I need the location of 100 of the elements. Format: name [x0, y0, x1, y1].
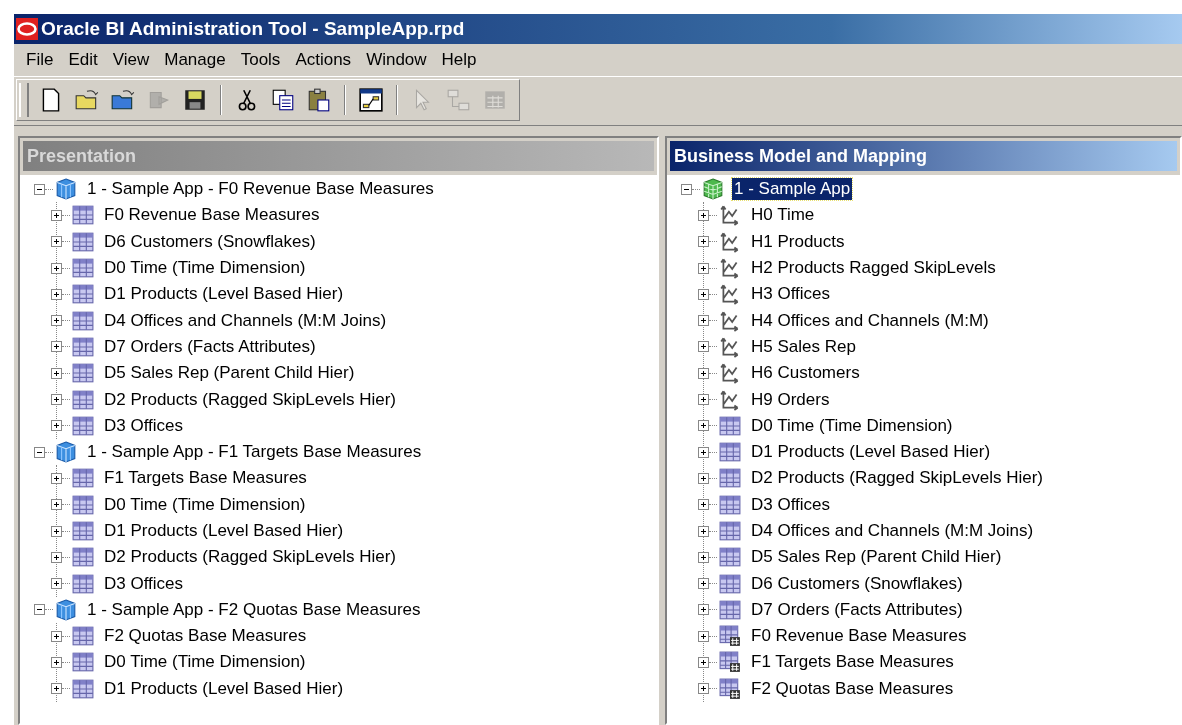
tree-item[interactable]: H9 Orders — [749, 388, 832, 411]
tree-item[interactable]: H3 Offices — [749, 283, 833, 306]
tree-item[interactable]: F0 Revenue Base Measures — [749, 625, 969, 648]
tree-item[interactable]: D2 Products (Ragged SkipLevels Hier) — [102, 546, 398, 569]
expand-icon[interactable] — [698, 341, 709, 353]
tree-item[interactable]: H2 Products Ragged SkipLevels — [749, 257, 998, 280]
expand-icon[interactable] — [698, 578, 709, 590]
tree-item[interactable]: 1 - Sample App - F1 Targets Base Measures — [85, 441, 424, 464]
expand-icon[interactable] — [698, 525, 709, 537]
tree-item[interactable]: 1 - Sample App — [732, 178, 853, 201]
tree-item[interactable]: D1 Products (Level Based Hier) — [749, 441, 993, 464]
table-icon — [72, 284, 94, 305]
table-icon — [719, 521, 741, 541]
menu-item[interactable]: Window — [360, 50, 436, 70]
tree-item[interactable]: 1 - Sample App - F2 Quotas Base Measures — [85, 598, 423, 621]
expand-icon[interactable] — [51, 315, 62, 327]
tree-item[interactable]: D4 Offices and Channels (M:M Joins) — [102, 309, 389, 332]
expand-icon[interactable] — [51, 420, 62, 432]
tree-item[interactable]: D4 Offices and Channels (M:M Joins) — [749, 520, 1036, 542]
tree-item[interactable]: D2 Products (Ragged SkipLevels Hier) — [749, 467, 1045, 490]
tree-item[interactable]: H0 Time — [749, 204, 817, 227]
expand-icon[interactable] — [51, 288, 62, 300]
expand-icon[interactable] — [698, 394, 709, 405]
menu-item[interactable]: View — [106, 50, 159, 70]
tree-item[interactable]: F1 Targets Base Measures — [749, 651, 956, 674]
expand-icon[interactable] — [698, 262, 709, 274]
expand-icon[interactable] — [51, 551, 62, 563]
tree-item[interactable]: D5 Sales Rep (Parent Child Hier) — [102, 362, 357, 385]
expand-icon[interactable] — [698, 367, 709, 379]
collapse-icon[interactable] — [34, 183, 45, 195]
table-icon — [72, 336, 94, 357]
tree-item[interactable]: D7 Orders (Facts Attributes) — [749, 598, 965, 621]
tree-item[interactable]: F2 Quotas Base Measures — [102, 625, 309, 648]
tree-item[interactable]: H4 Offices and Channels (M:M) — [749, 309, 991, 332]
expand-icon[interactable] — [51, 657, 62, 668]
expand-icon[interactable] — [698, 604, 709, 616]
tree-item[interactable]: D3 Offices — [102, 414, 186, 437]
tree-item[interactable]: D1 Products (Level Based Hier) — [102, 677, 346, 700]
tree-item[interactable]: D0 Time (Time Dimension) — [102, 493, 308, 516]
expand-icon[interactable] — [698, 288, 709, 300]
diagram-button[interactable] — [357, 86, 385, 114]
expand-icon[interactable] — [51, 472, 62, 484]
menu-item[interactable]: Edit — [62, 50, 107, 70]
tree-item[interactable]: D7 Orders (Facts Attributes) — [102, 335, 318, 358]
expand-icon[interactable] — [698, 446, 709, 458]
tree-item[interactable]: D0 Time (Time Dimension) — [749, 414, 955, 437]
expand-icon[interactable] — [698, 315, 709, 327]
hierarchy-icon — [719, 362, 741, 385]
tree-item[interactable]: D0 Time (Time Dimension) — [102, 257, 308, 280]
menu-item[interactable]: Help — [435, 50, 486, 70]
toolbar-grip[interactable] — [19, 83, 29, 117]
tree-item[interactable]: D5 Sales Rep (Parent Child Hier) — [749, 546, 1004, 569]
table-icon — [72, 678, 94, 699]
tree-item[interactable]: 1 - Sample App - F0 Revenue Base Measures — [85, 178, 436, 201]
expand-icon[interactable] — [51, 341, 62, 353]
expand-icon[interactable] — [51, 367, 62, 379]
table-icon — [72, 231, 94, 252]
collapse-icon[interactable] — [34, 446, 45, 458]
oval-logo-icon — [16, 18, 38, 40]
tree-item[interactable]: D0 Time (Time Dimension) — [102, 651, 308, 674]
tree-item[interactable]: H5 Sales Rep — [749, 335, 858, 358]
table-icon — [72, 468, 94, 489]
tree-item[interactable]: D2 Products (Ragged SkipLevels Hier) — [102, 388, 398, 411]
menu-item[interactable]: Manage — [158, 50, 235, 70]
collapse-icon[interactable] — [34, 604, 45, 616]
expand-icon[interactable] — [51, 262, 62, 274]
tree-item[interactable]: D1 Products (Level Based Hier) — [102, 283, 346, 306]
expand-icon[interactable] — [698, 472, 709, 484]
tree-item[interactable]: F0 Revenue Base Measures — [102, 204, 322, 227]
expand-icon[interactable] — [698, 209, 709, 221]
expand-icon[interactable] — [51, 525, 62, 537]
tree-item[interactable]: F2 Quotas Base Measures — [749, 677, 956, 700]
tree-item[interactable]: D6 Customers (Snowflakes) — [749, 572, 965, 595]
tree-item[interactable]: F1 Targets Base Measures — [102, 467, 309, 490]
tree-item[interactable]: H1 Products — [749, 230, 847, 253]
expand-icon[interactable] — [51, 683, 62, 695]
expand-icon[interactable] — [698, 657, 709, 668]
tree-item[interactable]: H6 Customers — [749, 362, 862, 385]
menu-item[interactable]: Tools — [234, 50, 290, 70]
expand-icon[interactable] — [51, 209, 62, 221]
tree-item[interactable]: D1 Products (Level Based Hier) — [102, 520, 346, 542]
expand-icon[interactable] — [698, 683, 709, 695]
expand-icon[interactable] — [51, 394, 62, 405]
expand-icon[interactable] — [51, 578, 62, 590]
tree-item[interactable]: D3 Offices — [102, 572, 186, 595]
expand-icon[interactable] — [698, 236, 709, 248]
tree-item[interactable]: D3 Offices — [749, 493, 833, 516]
tree-item[interactable]: D6 Customers (Snowflakes) — [102, 230, 318, 253]
expand-icon[interactable] — [698, 420, 709, 432]
expand-icon[interactable] — [698, 499, 709, 511]
expand-icon[interactable] — [698, 630, 709, 642]
hierarchy-icon — [719, 230, 741, 253]
menu-item[interactable]: File — [20, 50, 63, 70]
expand-icon[interactable] — [51, 236, 62, 248]
menu-item[interactable]: Actions — [289, 50, 361, 70]
table-icon — [719, 494, 741, 515]
expand-icon[interactable] — [51, 499, 62, 511]
expand-icon[interactable] — [51, 630, 62, 642]
collapse-icon[interactable] — [681, 183, 692, 195]
expand-icon[interactable] — [698, 551, 709, 563]
